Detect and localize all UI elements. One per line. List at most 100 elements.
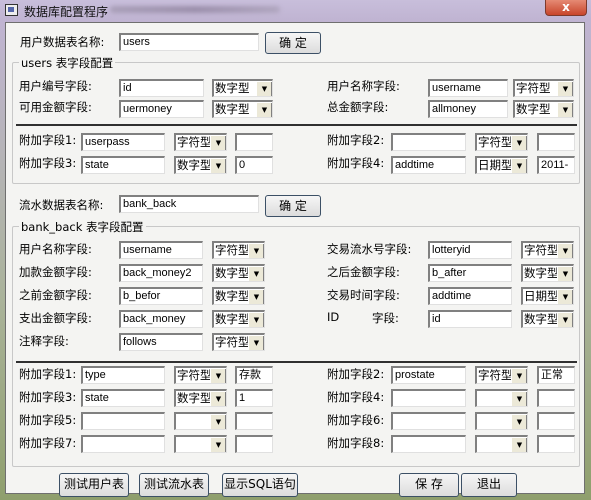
- total-money-input[interactable]: allmoney: [428, 100, 508, 118]
- users-confirm-button[interactable]: 确 定: [265, 32, 321, 54]
- users-extra-2-type-select[interactable]: 字符型 ▼: [475, 133, 528, 151]
- users-extra-4-type-select[interactable]: 日期型 ▼: [475, 156, 528, 174]
- dropdown-arrow-icon[interactable]: ▼: [557, 243, 573, 258]
- username-input[interactable]: username: [428, 79, 508, 97]
- flow-extra-3-default-input[interactable]: 1: [235, 389, 273, 407]
- show-sql-button[interactable]: 显示SQL语句: [222, 473, 298, 497]
- flow-extra-2-default-input[interactable]: 正常: [537, 366, 575, 384]
- flow-extra-8-default-input[interactable]: [537, 435, 575, 453]
- flow-extra-2-type-select[interactable]: 字符型 ▼: [475, 366, 528, 384]
- flow-username-label: 用户名称字段:: [19, 242, 92, 256]
- users-extra-1-type-select[interactable]: 字符型 ▼: [174, 133, 227, 151]
- username-type-select[interactable]: 字符型 ▼: [513, 79, 574, 97]
- comment-type-select[interactable]: 字符型 ▼: [212, 333, 265, 351]
- flow-extra-6-default-input[interactable]: [537, 412, 575, 430]
- dropdown-arrow-icon[interactable]: ▼: [511, 437, 527, 452]
- users-extra-1-input[interactable]: userpass: [81, 133, 165, 151]
- flow-extra-7-input[interactable]: [81, 435, 165, 453]
- flow-extra-4-default-input[interactable]: [537, 389, 575, 407]
- users-extra-3-input[interactable]: state: [81, 156, 165, 174]
- flow-extra-1-input[interactable]: type: [81, 366, 165, 384]
- dropdown-arrow-icon[interactable]: ▼: [210, 437, 226, 452]
- total-money-type-value: 数字型: [516, 102, 551, 116]
- available-money-type-select[interactable]: 数字型 ▼: [212, 100, 273, 118]
- dropdown-arrow-icon[interactable]: ▼: [557, 312, 573, 327]
- trade-time-input[interactable]: addtime: [428, 287, 512, 305]
- dropdown-arrow-icon[interactable]: ▼: [256, 102, 272, 117]
- flow-username-input[interactable]: username: [119, 241, 203, 259]
- dropdown-arrow-icon[interactable]: ▼: [511, 391, 527, 406]
- spend-money-input[interactable]: back_money: [119, 310, 203, 328]
- dropdown-arrow-icon[interactable]: ▼: [511, 158, 527, 173]
- close-button[interactable]: x: [545, 0, 587, 16]
- flow-extra-3-type-select[interactable]: 数字型 ▼: [174, 389, 227, 407]
- users-extra-2-input[interactable]: [391, 133, 466, 151]
- add-money-type-select[interactable]: 数字型 ▼: [212, 264, 265, 282]
- trade-time-type-select[interactable]: 日期型 ▼: [521, 287, 574, 305]
- flow-extra-7-type-select[interactable]: ▼: [174, 435, 227, 453]
- flow-extra-2-input[interactable]: prostate: [391, 366, 466, 384]
- users-extra-3-type-select[interactable]: 数字型 ▼: [174, 156, 227, 174]
- flow-extra-1-default-input[interactable]: 存款: [235, 366, 273, 384]
- flow-extra-6-input[interactable]: [391, 412, 466, 430]
- dropdown-arrow-icon[interactable]: ▼: [248, 266, 264, 281]
- lottery-id-input[interactable]: lotteryid: [428, 241, 512, 259]
- flow-extra-5-type-select[interactable]: ▼: [174, 412, 227, 430]
- dropdown-arrow-icon[interactable]: ▼: [248, 335, 264, 350]
- flow-extra-6-type-select[interactable]: ▼: [475, 412, 528, 430]
- dropdown-arrow-icon[interactable]: ▼: [557, 81, 573, 96]
- flow-username-type-select[interactable]: 字符型 ▼: [212, 241, 265, 259]
- test-users-button[interactable]: 测试用户表: [59, 473, 129, 497]
- users-extra-4-input[interactable]: addtime: [391, 156, 466, 174]
- users-extra-3-default-input[interactable]: 0: [235, 156, 273, 174]
- dropdown-arrow-icon[interactable]: ▼: [210, 391, 226, 406]
- test-flow-button[interactable]: 测试流水表: [139, 473, 209, 497]
- flow-extra-4-label: 附加字段4:: [327, 390, 385, 404]
- flow-table-input[interactable]: bank_back: [119, 195, 259, 213]
- add-money-input[interactable]: back_money2: [119, 264, 203, 282]
- after-money-type-select[interactable]: 数字型 ▼: [521, 264, 574, 282]
- dropdown-arrow-icon[interactable]: ▼: [210, 368, 226, 383]
- dropdown-arrow-icon[interactable]: ▼: [248, 289, 264, 304]
- dropdown-arrow-icon[interactable]: ▼: [511, 135, 527, 150]
- available-money-input[interactable]: uermoney: [119, 100, 204, 118]
- id-field-input[interactable]: id: [428, 310, 512, 328]
- dropdown-arrow-icon[interactable]: ▼: [557, 289, 573, 304]
- flow-extra-4-type-select[interactable]: ▼: [475, 389, 528, 407]
- dropdown-arrow-icon[interactable]: ▼: [248, 312, 264, 327]
- exit-button[interactable]: 退出: [461, 473, 517, 497]
- id-field-type-select[interactable]: 数字型 ▼: [521, 310, 574, 328]
- flow-extra-5-default-input[interactable]: [235, 412, 273, 430]
- after-money-input[interactable]: b_after: [428, 264, 512, 282]
- users-extra-2-default-input[interactable]: [537, 133, 575, 151]
- flow-extra-8-input[interactable]: [391, 435, 466, 453]
- lottery-id-type-select[interactable]: 字符型 ▼: [521, 241, 574, 259]
- before-money-input[interactable]: b_befor: [119, 287, 203, 305]
- flow-extra-3-input[interactable]: state: [81, 389, 165, 407]
- dropdown-arrow-icon[interactable]: ▼: [248, 243, 264, 258]
- dropdown-arrow-icon[interactable]: ▼: [210, 158, 226, 173]
- total-money-type-select[interactable]: 数字型 ▼: [513, 100, 574, 118]
- flow-extra-8-type-select[interactable]: ▼: [475, 435, 528, 453]
- comment-input[interactable]: follows: [119, 333, 203, 351]
- users-extra-4-default-input[interactable]: 2011-0-: [537, 156, 575, 174]
- save-button[interactable]: 保 存: [399, 473, 459, 497]
- spend-money-type-select[interactable]: 数字型 ▼: [212, 310, 265, 328]
- users-extra-1-default-input[interactable]: [235, 133, 273, 151]
- dropdown-arrow-icon[interactable]: ▼: [511, 368, 527, 383]
- user-id-input[interactable]: id: [119, 79, 204, 97]
- flow-confirm-button[interactable]: 确 定: [265, 195, 321, 217]
- dropdown-arrow-icon[interactable]: ▼: [557, 266, 573, 281]
- flow-extra-1-type-select[interactable]: 字符型 ▼: [174, 366, 227, 384]
- before-money-type-select[interactable]: 数字型 ▼: [212, 287, 265, 305]
- dropdown-arrow-icon[interactable]: ▼: [557, 102, 573, 117]
- user-id-type-select[interactable]: 数字型 ▼: [212, 79, 273, 97]
- users-table-input[interactable]: users: [119, 33, 259, 51]
- dropdown-arrow-icon[interactable]: ▼: [256, 81, 272, 96]
- flow-extra-5-input[interactable]: [81, 412, 165, 430]
- dropdown-arrow-icon[interactable]: ▼: [210, 135, 226, 150]
- flow-extra-7-default-input[interactable]: [235, 435, 273, 453]
- dropdown-arrow-icon[interactable]: ▼: [511, 414, 527, 429]
- flow-extra-4-input[interactable]: [391, 389, 466, 407]
- dropdown-arrow-icon[interactable]: ▼: [210, 414, 226, 429]
